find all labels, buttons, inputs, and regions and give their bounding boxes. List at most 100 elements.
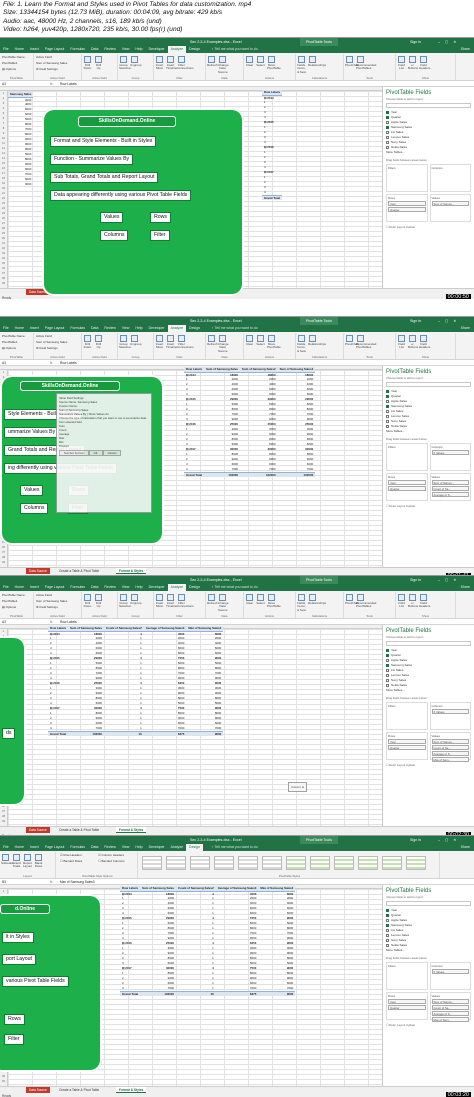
field-checkbox[interactable] [386, 130, 389, 134]
relationshipsbutton[interactable]: Relationships [308, 335, 326, 346]
tab-home[interactable]: Home [12, 584, 27, 591]
field-listbutton[interactable]: Field List [397, 56, 406, 71]
style-swatch[interactable] [214, 856, 234, 870]
tab-help[interactable]: Help [132, 584, 145, 591]
ungroupbutton[interactable]: Ungroup [130, 56, 142, 67]
tab-view[interactable]: View [119, 46, 133, 53]
sign-in-link[interactable]: Sign in [410, 317, 421, 325]
tab-data[interactable]: Data [88, 844, 101, 851]
drill-upbutton[interactable]: Drill Up [94, 335, 103, 350]
area-values[interactable]: Values Sum of Samsu... Count of Sa... Avera… [429, 473, 471, 501]
field-checkbox[interactable] [386, 658, 389, 662]
field-checkbox[interactable] [386, 678, 389, 682]
recommended-pivottablesbutton[interactable]: Recommended PivotTables [356, 594, 376, 609]
style-swatch[interactable] [286, 856, 306, 870]
value-chip[interactable]: Max of Sam... [431, 757, 469, 762]
fields-items-setsbutton[interactable]: Fields, Items, & Sets [297, 335, 306, 353]
field-checkbox[interactable] [386, 908, 389, 912]
sign-in-link[interactable]: Sign in [410, 576, 421, 584]
row-chip[interactable]: Year [388, 999, 426, 1004]
window-controls[interactable]: – ▢ ✕ [438, 38, 458, 46]
area-filters[interactable]: Filters [386, 702, 428, 730]
drill-upbutton[interactable]: Drill Up [94, 594, 103, 609]
field-checkbox[interactable] [386, 928, 389, 932]
value-chip[interactable]: Average of S... [431, 492, 469, 497]
tab-design[interactable]: Design [186, 584, 203, 591]
pivotchartbutton[interactable]: PivotChart [345, 335, 359, 346]
field-search-input[interactable] [386, 641, 471, 646]
field-checkbox[interactable] [386, 399, 389, 403]
field-search-input[interactable] [386, 901, 471, 906]
field-checkbox[interactable] [386, 424, 389, 428]
clearbutton[interactable]: Clear [245, 335, 254, 346]
field-checkbox[interactable] [386, 120, 389, 124]
dialog-option[interactable]: Product [59, 444, 149, 448]
tell-me-search[interactable]: ♀ Tell me what you want to do [211, 325, 258, 332]
field-checkbox[interactable] [386, 145, 389, 149]
style-swatch[interactable] [406, 856, 426, 870]
field-checkbox[interactable] [386, 648, 389, 652]
style-swatch[interactable] [166, 856, 186, 870]
field-checkbox[interactable] [386, 913, 389, 917]
share-button[interactable]: Share [461, 584, 470, 591]
tab-review[interactable]: Review [101, 325, 118, 332]
value-chip[interactable]: Count of Sa... [431, 1005, 469, 1010]
change-data-sourcebutton[interactable]: Change Data Source [218, 335, 229, 353]
refreshbutton[interactable]: Refresh [207, 594, 218, 605]
area-columns[interactable]: Columns [429, 164, 471, 192]
tab-developer[interactable]: Developer [146, 325, 168, 332]
style-swatch[interactable] [334, 856, 354, 870]
selectbutton[interactable]: Select [256, 56, 265, 67]
recommended-pivottablesbutton[interactable]: Recommended PivotTables [356, 335, 376, 350]
value-chip[interactable]: Count of Sa... [431, 486, 469, 491]
tab-insert[interactable]: Insert [27, 46, 42, 53]
field-checkbox[interactable] [386, 923, 389, 927]
group-selectionbutton[interactable]: Group Selection [119, 56, 131, 71]
value-chip[interactable]: Sum of Samsu... [431, 201, 469, 206]
value-chip[interactable]: Average of S... [431, 751, 469, 756]
tab-developer[interactable]: Developer [146, 584, 168, 591]
tab-review[interactable]: Review [101, 844, 118, 851]
insert-slicerbutton[interactable]: Insert Slicer [155, 335, 164, 350]
tab-analyze[interactable]: Analyze [168, 844, 186, 851]
field-settings-button[interactable]: ⚙ Field Settings [34, 345, 81, 351]
move-pivottablebutton[interactable]: Move PivotTable [267, 594, 281, 609]
tab-home[interactable]: Home [12, 844, 27, 851]
options-button[interactable]: ▤ Options [0, 345, 33, 351]
style-option-2[interactable]: ☐ Banded Rows [58, 858, 96, 864]
field-checkbox[interactable] [386, 125, 389, 129]
filter-connectionsbutton[interactable]: Filter Connections [177, 56, 194, 71]
tab-help[interactable]: Help [132, 46, 145, 53]
sheet-tab-2[interactable]: Format & Styles [116, 568, 147, 574]
fields-items-setsbutton[interactable]: Fields, Items, & Sets [297, 594, 306, 612]
-buttonsbutton[interactable]: +/- Buttons [408, 594, 418, 609]
relationshipsbutton[interactable]: Relationships [308, 56, 326, 67]
area-values[interactable]: Values Sum of Samsu... Count of Sa... Avera… [429, 732, 471, 762]
sheet-tab-2[interactable]: Format & Styles [116, 827, 147, 833]
share-button[interactable]: Share [461, 325, 470, 332]
style-swatch[interactable] [262, 856, 282, 870]
column-chip[interactable]: Σ Values [431, 450, 469, 455]
area-rows[interactable]: Rows Year Quarter [386, 194, 428, 222]
tab-file[interactable]: File [0, 584, 12, 591]
style-swatch[interactable] [190, 856, 210, 870]
tab-design[interactable]: Design [186, 46, 203, 53]
field-listbutton[interactable]: Field List [397, 335, 406, 350]
options-button[interactable]: ▤ Options [0, 604, 33, 610]
relationshipsbutton[interactable]: Relationships [308, 594, 326, 605]
sheet-tab-0[interactable]: Data Source [26, 1087, 50, 1093]
tab-page-layout[interactable]: Page Layout [42, 584, 68, 591]
style-swatch[interactable] [238, 856, 258, 870]
area-values[interactable]: Values Sum of Samsu... [429, 194, 471, 222]
value-chip[interactable]: Max of Sam... [431, 1017, 469, 1022]
row-chip[interactable]: Quarter [388, 486, 426, 491]
selectbutton[interactable]: Select [256, 594, 265, 605]
style-option-3[interactable]: ☐ Banded Columns [96, 858, 134, 864]
field-checkbox[interactable] [386, 933, 389, 937]
field-checkbox[interactable] [386, 938, 389, 942]
field-checkbox[interactable] [386, 135, 389, 139]
style-swatch[interactable] [382, 856, 402, 870]
field-checkbox[interactable] [386, 389, 389, 393]
refreshbutton[interactable]: Refresh [207, 335, 218, 346]
sheet-tab-0[interactable]: Data Source [26, 827, 50, 833]
